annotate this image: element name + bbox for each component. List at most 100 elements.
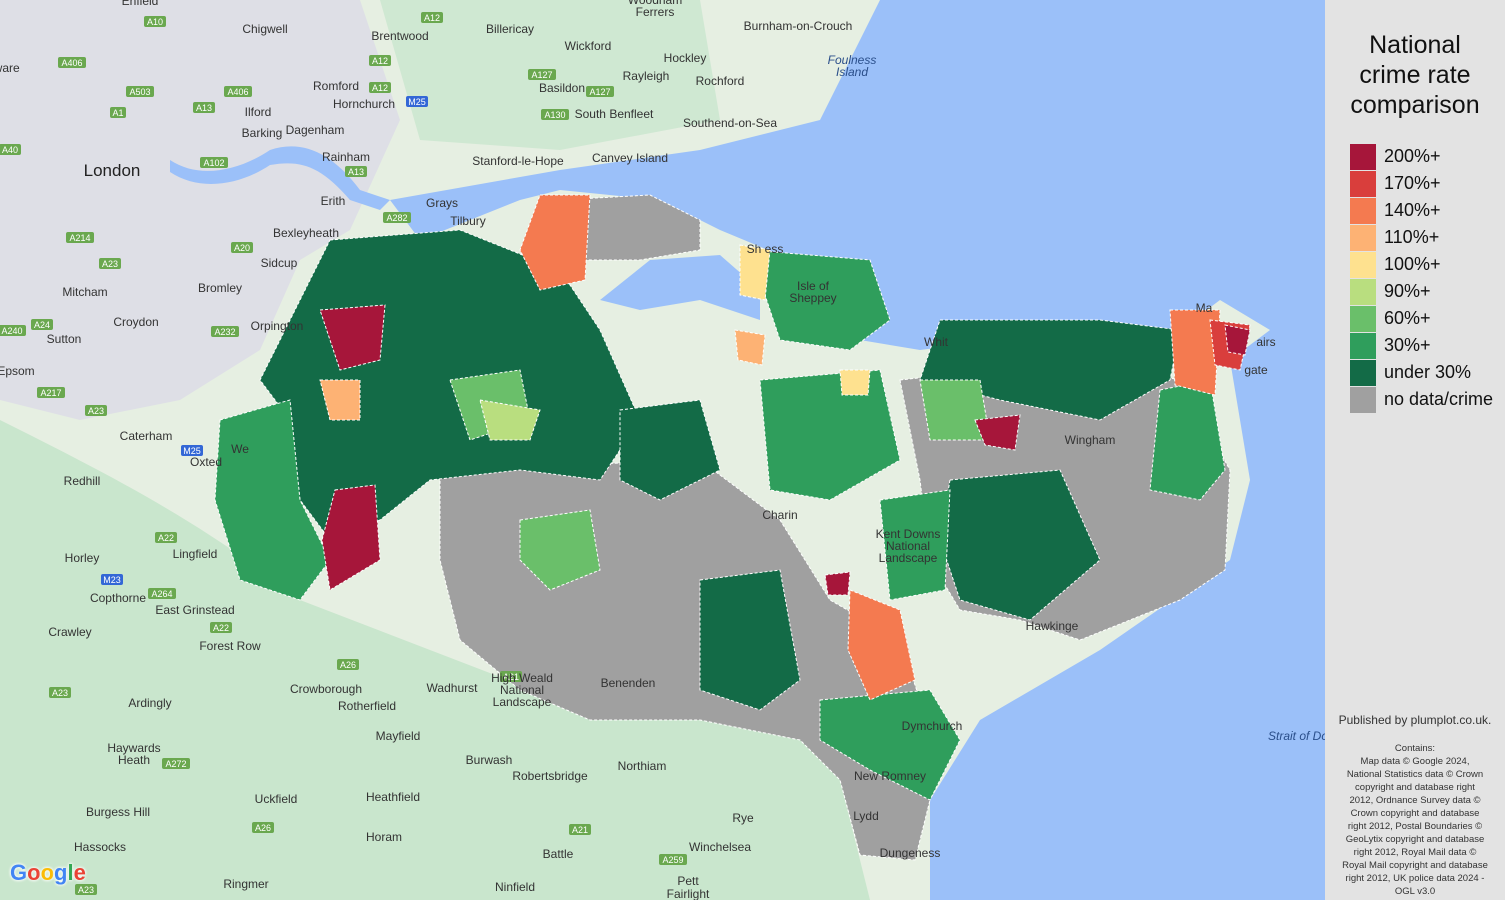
svg-text:A23: A23 [78, 885, 94, 895]
publisher-note: Published by plumplot.co.uk. [1338, 713, 1492, 727]
svg-text:A232: A232 [214, 327, 235, 337]
place-label-wadhurst: Wadhurst [427, 681, 479, 695]
place-label-burgess-hill: Burgess Hill [86, 805, 150, 819]
place-label-burwash: Burwash [466, 753, 513, 767]
district-200-plus[interactable] [824, 571, 851, 596]
place-label-basildon: Basildon [539, 81, 585, 95]
road-shield: A102 [200, 157, 228, 168]
svg-text:A12: A12 [372, 56, 388, 66]
road-shield: A503 [126, 86, 154, 97]
place-label-grays: Grays [426, 196, 458, 210]
road-shield: A130 [541, 109, 569, 120]
legend-item: under 30% [1350, 359, 1493, 386]
svg-text:A102: A102 [203, 158, 224, 168]
svg-text:M25: M25 [408, 97, 426, 107]
road-shield: A26 [337, 659, 359, 670]
place-label-sheerness: Sh ess [747, 242, 784, 256]
road-shield: A23 [99, 258, 121, 269]
legend-label: 140%+ [1384, 200, 1441, 220]
place-label-dagenham: Dagenham [286, 123, 345, 137]
svg-text:A127: A127 [589, 87, 610, 97]
place-label-charing: Charin [762, 508, 797, 522]
place-label-chigwell: Chigwell [242, 22, 287, 36]
road-shield: A232 [211, 326, 239, 337]
svg-text:A24: A24 [34, 320, 50, 330]
place-label-mayfield: Mayfield [376, 729, 421, 743]
place-label-robertsbridge: Robertsbridge [512, 769, 588, 783]
road-shield: A21 [569, 824, 591, 835]
place-label-heathfield: Heathfield [366, 790, 420, 804]
place-label-barking: Barking [242, 126, 283, 140]
svg-text:A217: A217 [40, 388, 61, 398]
svg-text:A406: A406 [61, 58, 82, 68]
road-shield: A127 [528, 69, 556, 80]
legend-swatch [1350, 170, 1376, 197]
place-label-woodham-ferrers: Woodham Ferrers [628, 0, 682, 19]
district-110-plus[interactable] [734, 329, 766, 366]
place-label-enfield: Enfield [122, 0, 159, 8]
legend-item: no data/crime [1350, 386, 1493, 413]
svg-text:A26: A26 [255, 823, 271, 833]
svg-text:A503: A503 [129, 87, 150, 97]
legend-swatch [1350, 224, 1376, 251]
credit-line: right 2012, UK police data 2024 - [1345, 873, 1485, 884]
legend-title-line: National [1369, 31, 1461, 59]
place-label-romford: Romford [313, 79, 359, 93]
svg-text:A23: A23 [52, 688, 68, 698]
credit-line: GeoLytix copyright and database [1345, 834, 1485, 845]
legend-title: National crime rate comparison [1325, 30, 1505, 120]
legend-label: 100%+ [1384, 254, 1441, 274]
road-shield: A26 [252, 822, 274, 833]
credit-line: 2012, Ordnance Survey data © [1349, 795, 1481, 806]
credit-line: Royal Mail copyright and database [1342, 860, 1488, 871]
svg-text:A10: A10 [147, 17, 163, 27]
road-shield: A259 [659, 854, 687, 865]
legend-label: 90%+ [1384, 281, 1431, 301]
place-label-whitstable: Whit [924, 335, 949, 349]
place-label-canvey: Canvey Island [592, 151, 668, 165]
svg-text:A130: A130 [544, 110, 565, 120]
svg-text:A406: A406 [227, 87, 248, 97]
place-label-horam: Horam [366, 830, 402, 844]
svg-text:A282: A282 [386, 213, 407, 223]
place-label-wickford: Wickford [565, 39, 612, 53]
credit-line: OGL v3.0 [1394, 886, 1436, 897]
place-label-dymchurch: Dymchurch [902, 719, 963, 733]
road-shield: A214 [66, 232, 94, 243]
credit-line: Contains: [1394, 743, 1436, 754]
road-shield: A272 [162, 758, 190, 769]
road-shield: A22 [210, 622, 232, 633]
crime-rate-map[interactable]: A10 A12 A406 A503 A1 A12 A406 A127 A12 M25 A127 A13… [0, 0, 1325, 900]
road-shield: A406 [58, 57, 86, 68]
place-label-southend: Southend-on-Sea [683, 116, 777, 130]
svg-text:A23: A23 [88, 406, 104, 416]
legend-label: under 30% [1384, 362, 1472, 382]
legend-swatch [1350, 251, 1376, 278]
place-label-tilbury: Tilbury [450, 214, 486, 228]
place-label-bromley: Bromley [198, 281, 242, 295]
place-label-lydd: Lydd [853, 809, 879, 823]
road-shield: A282 [383, 212, 411, 223]
district-200-plus[interactable] [1224, 324, 1251, 356]
place-label-westerham: We [231, 442, 249, 456]
svg-text:A12: A12 [424, 13, 440, 23]
road-shield: A23 [85, 405, 107, 416]
place-label-copthorne: Copthorne [90, 591, 146, 605]
district-100-plus[interactable] [839, 369, 871, 396]
svg-text:A23: A23 [102, 259, 118, 269]
credit-line: right 2012, Postal Boundaries © [1347, 821, 1483, 832]
place-label-hornchurch: Hornchurch [333, 97, 395, 111]
place-label-strait: Strait of Do [1268, 729, 1325, 743]
road-shield: A12 [369, 55, 391, 66]
place-label-london: London [84, 161, 141, 180]
place-label-broadstairs: airs [1256, 335, 1275, 349]
legend-item: 200%+ [1350, 143, 1493, 170]
place-label-crowborough: Crowborough [290, 682, 362, 696]
legend-label: 60%+ [1384, 308, 1431, 328]
legend-item: 140%+ [1350, 197, 1493, 224]
place-label-rochford: Rochford [696, 74, 745, 88]
road-shield: A240 [0, 325, 26, 336]
road-shield: A127 [586, 86, 614, 97]
place-label-hassocks: Hassocks [74, 840, 126, 854]
legend-swatch [1350, 359, 1376, 386]
